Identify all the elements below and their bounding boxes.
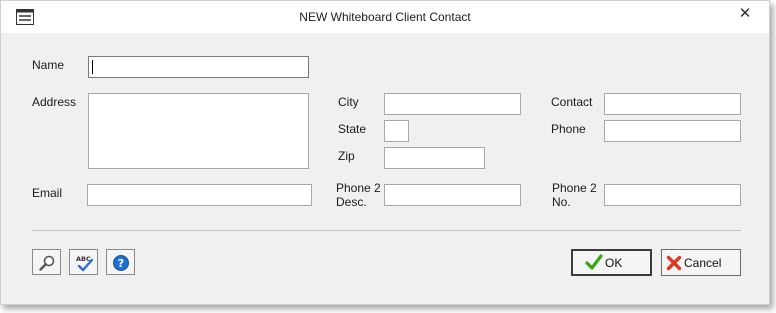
phone-label: Phone <box>551 122 586 136</box>
window-title: NEW Whiteboard Client Contact <box>299 10 471 24</box>
contact-dialog: NEW Whiteboard Client Contact ✕ Name Add… <box>0 0 770 305</box>
help-button[interactable]: ? <box>106 249 135 275</box>
magnifier-icon <box>39 255 55 271</box>
help-glyph: ? <box>118 257 124 270</box>
ok-button[interactable]: OK <box>571 249 652 276</box>
contact-label: Contact <box>551 95 593 109</box>
title-bar: NEW Whiteboard Client Contact ✕ <box>1 1 769 33</box>
form-area: Name Address Email City State Zip Phone … <box>11 33 760 295</box>
city-label: City <box>338 95 359 109</box>
cancel-button[interactable]: Cancel <box>661 249 741 276</box>
cancel-x-icon <box>666 255 682 271</box>
phone2-desc-label-line1: Phone 2 <box>336 181 381 195</box>
spellcheck-text: ABC <box>76 255 91 263</box>
phone2-no-label-line1: Phone 2 <box>552 181 597 195</box>
phone2-no-label: Phone 2 No. <box>552 181 602 209</box>
text-caret <box>92 60 93 74</box>
ok-label: OK <box>605 256 623 270</box>
divider <box>32 230 741 231</box>
phone2-no-label-line2: No. <box>552 195 571 209</box>
help-icon: ? <box>113 255 129 271</box>
state-label: State <box>338 122 367 136</box>
spellcheck-button[interactable]: ABC <box>69 249 98 275</box>
zip-label: Zip <box>338 149 355 163</box>
cancel-label: Cancel <box>684 256 722 270</box>
email-field[interactable] <box>87 184 312 206</box>
search-button[interactable] <box>32 249 61 275</box>
contact-field[interactable] <box>604 93 741 115</box>
close-icon: ✕ <box>738 5 752 22</box>
close-button[interactable]: ✕ <box>734 4 756 24</box>
state-field[interactable] <box>384 120 409 142</box>
spellcheck-icon: ABC <box>76 255 94 272</box>
phone2-desc-label: Phone 2 Desc. <box>336 181 386 209</box>
address-label: Address <box>32 95 77 109</box>
name-label: Name <box>32 58 65 72</box>
address-field[interactable] <box>88 93 309 169</box>
zip-field[interactable] <box>384 147 485 169</box>
phone2-desc-field[interactable] <box>384 184 521 206</box>
checkmark-icon <box>585 254 603 270</box>
phone2-desc-label-line2: Desc. <box>336 195 367 209</box>
email-label: Email <box>32 186 63 200</box>
phone2-no-field[interactable] <box>604 184 741 206</box>
name-field[interactable] <box>88 56 309 78</box>
city-field[interactable] <box>384 93 521 115</box>
phone-field[interactable] <box>604 120 741 142</box>
